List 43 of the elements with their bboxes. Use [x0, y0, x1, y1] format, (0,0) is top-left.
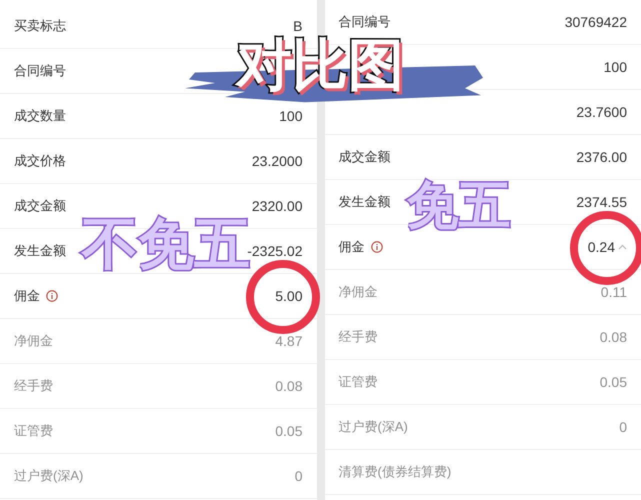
overlay-caption: 免五	[406, 176, 512, 236]
field-value: 0.08	[600, 330, 627, 344]
field-value: 23.2000	[252, 154, 302, 168]
field-label: 发生金额	[14, 242, 66, 260]
field-label: 成交金额	[338, 148, 390, 166]
field-label: 发生金额	[338, 193, 390, 212]
field-label: 佣金	[338, 238, 364, 256]
field-label: 净佣金	[338, 283, 378, 302]
field-label: 佣金	[14, 287, 40, 306]
field-label: 成交价格	[14, 152, 66, 170]
field-value: 0.24	[588, 240, 615, 254]
field-label: 清算费(债券结算费)	[338, 463, 452, 482]
field-value: 0.11	[600, 285, 627, 299]
field-label: 过户费(深A)	[338, 418, 408, 436]
field-label: 证管费	[338, 373, 378, 392]
field-label: 合同编号	[338, 13, 390, 32]
field-value: 5.00	[275, 289, 302, 303]
field-value: -2325.02	[247, 244, 302, 258]
info-icon[interactable]	[370, 241, 382, 253]
field-value: 100	[604, 60, 627, 74]
field-label: 净佣金	[14, 332, 53, 350]
field-value: 2374.55	[576, 195, 627, 209]
field-value: 0.08	[275, 379, 302, 393]
field-value: 0.05	[600, 375, 627, 389]
field-value: 2376.00	[576, 150, 627, 164]
field-label: 买卖标志	[14, 17, 66, 36]
field-value: 100	[279, 109, 302, 123]
field-label: 成交数量	[14, 107, 66, 126]
field-label: 经手费	[338, 328, 378, 346]
field-value: 0.05	[275, 424, 302, 438]
field-value: 23.7600	[576, 105, 627, 119]
field-value: 0	[294, 469, 302, 483]
field-value: 30769422	[564, 15, 627, 29]
field-label: 成交金额	[14, 197, 66, 216]
field-value: 2320.00	[252, 199, 302, 213]
field-label: 合同编号	[14, 62, 66, 80]
field-value: B	[293, 19, 302, 33]
info-icon[interactable]	[46, 290, 58, 302]
field-label: 经手费	[14, 377, 53, 396]
field-value: 0	[619, 420, 627, 434]
field-label: 过户费(深A)	[14, 467, 84, 486]
field-label: 证管费	[14, 422, 53, 440]
field-value: 4.87	[275, 334, 302, 348]
